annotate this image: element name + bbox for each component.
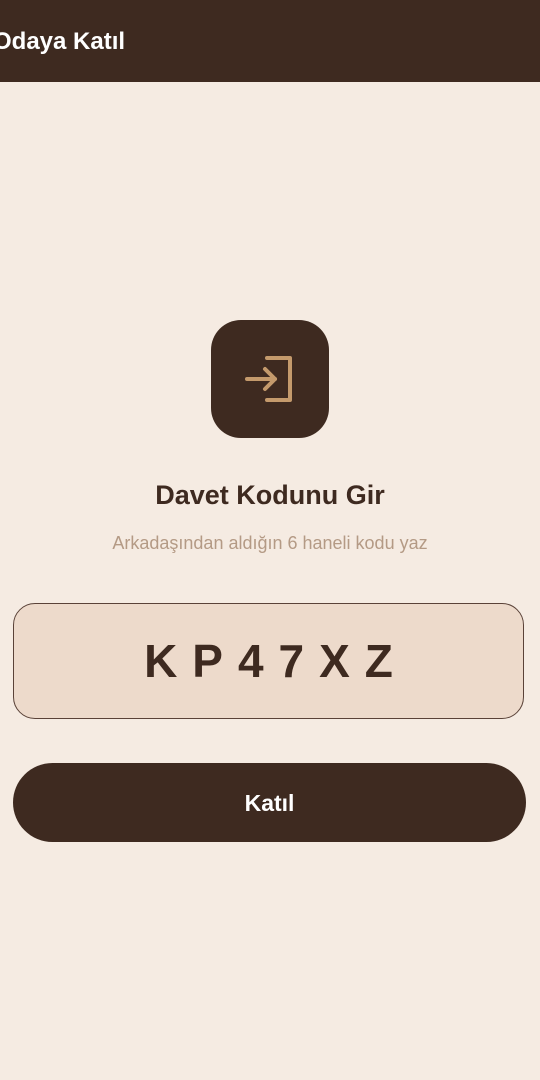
join-button[interactable]: Katıl [13, 763, 526, 842]
invite-code-value: KP47XZ [144, 635, 408, 687]
section-subtitle: Arkadaşından aldığın 6 haneli kodu yaz [112, 533, 428, 553]
section-heading: Davet Kodunu Gir [155, 480, 385, 510]
invite-code-input[interactable]: KP47XZ [13, 603, 524, 719]
app-bar: Odaya Katıl [0, 0, 540, 82]
join-room-icon-tile [211, 320, 329, 438]
join-button-label: Katıl [244, 789, 295, 816]
login-arrow-icon [245, 356, 292, 402]
page-title: Odaya Katıl [0, 28, 126, 55]
